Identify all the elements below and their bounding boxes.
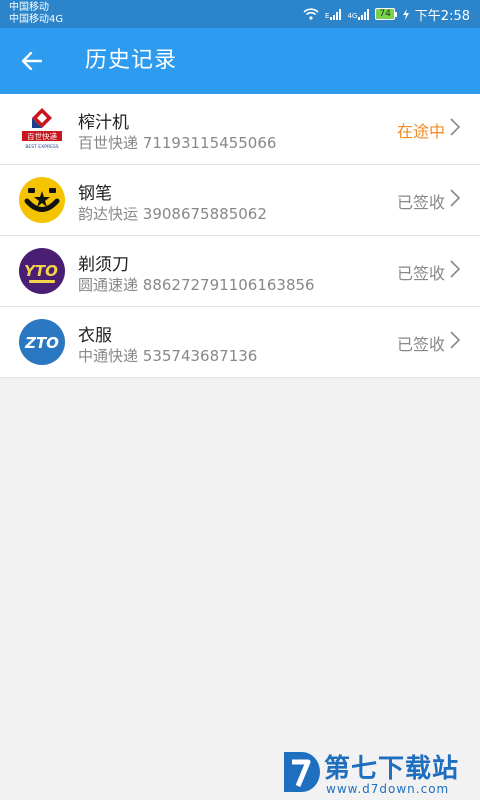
battery-level: 74	[375, 8, 395, 20]
courier-name: 圆通速递	[78, 276, 139, 294]
status-label: 已签收	[396, 193, 445, 212]
arrow-left-icon	[22, 52, 42, 70]
item-tracking: 圆通速递 886272791106163856	[78, 274, 315, 295]
item-name: 榨汁机	[78, 113, 129, 133]
logo-text: YTO	[24, 262, 58, 280]
chevron-right-icon	[450, 331, 460, 349]
signal-2: 4G	[347, 8, 370, 20]
status-label: 已签收	[396, 264, 445, 283]
list-item[interactable]: ZTO 衣服 中通快递 535743687136 已签收	[0, 307, 480, 378]
carrier-info: 中国移动 中国移动4G	[9, 2, 63, 26]
battery-icon: 74	[375, 8, 397, 20]
watermark-url: www.d7down.com	[326, 782, 450, 796]
wifi-icon	[303, 8, 319, 20]
courier-name: 韵达快运	[78, 205, 139, 223]
list-item[interactable]: YTO 剃须刀 圆通速递 886272791106163856 已签收	[0, 236, 480, 307]
item-name: 衣服	[78, 326, 112, 346]
chevron-right-icon	[450, 260, 460, 278]
item-name: 剃须刀	[78, 255, 129, 275]
signal-bars-1-icon	[330, 8, 342, 20]
courier-name: 百世快递	[78, 134, 139, 152]
app-bar: 历史记录	[0, 28, 480, 94]
item-tracking: 韵达快运 3908675885062	[78, 203, 267, 224]
watermark-title: 第七下载站	[324, 754, 460, 784]
chevron-right-icon	[450, 118, 460, 136]
item-tracking: 中通快递 535743687136	[78, 345, 257, 366]
item-tracking: 百世快递 71193115455066	[78, 132, 276, 153]
item-name: 钢笔	[78, 184, 112, 204]
signal-1-label: E	[325, 11, 330, 20]
d7-logo-icon	[284, 752, 320, 792]
courier-name: 中通快递	[78, 347, 139, 365]
clock: 下午2:58	[414, 8, 470, 24]
signal-1: E	[325, 8, 342, 20]
charging-icon	[402, 8, 409, 20]
status-label: 已签收	[396, 335, 445, 354]
tracking-number: 535743687136	[142, 347, 258, 365]
back-button[interactable]	[12, 41, 52, 81]
yto-logo: YTO	[19, 248, 65, 294]
zto-logo: ZTO	[19, 319, 65, 365]
yunda-logo	[19, 177, 65, 223]
tracking-number: 71193115455066	[142, 134, 277, 152]
page-title: 历史记录	[85, 48, 178, 73]
watermark: 第七下载站 www.d7down.com	[280, 748, 474, 798]
carrier-1: 中国移动	[9, 2, 49, 13]
status-bar: 中国移动 中国移动4G E 4G 74 下午2:58	[0, 0, 480, 28]
best-express-logo: 百世快递 BEST EXPRESS	[19, 106, 65, 152]
carrier-2: 中国移动4G	[9, 14, 64, 25]
tracking-number: 3908675885062	[142, 205, 267, 223]
signal-2-label: 4G	[347, 11, 358, 20]
logo-subtext: BEST EXPRESS	[25, 144, 58, 150]
signal-bars-2-icon	[358, 8, 370, 20]
history-list: 百世快递 BEST EXPRESS 榨汁机 百世快递 7119311545506…	[0, 94, 480, 378]
chevron-right-icon	[450, 189, 460, 207]
list-item[interactable]: 百世快递 BEST EXPRESS 榨汁机 百世快递 7119311545506…	[0, 94, 480, 165]
logo-text: ZTO	[24, 334, 59, 352]
tracking-number: 886272791106163856	[142, 276, 315, 294]
logo-text: 百世快递	[27, 131, 57, 141]
status-icons: E 4G 74 下午2:58	[303, 0, 470, 28]
status-label: 在途中	[396, 122, 445, 141]
list-item[interactable]: 钢笔 韵达快运 3908675885062 已签收	[0, 165, 480, 236]
